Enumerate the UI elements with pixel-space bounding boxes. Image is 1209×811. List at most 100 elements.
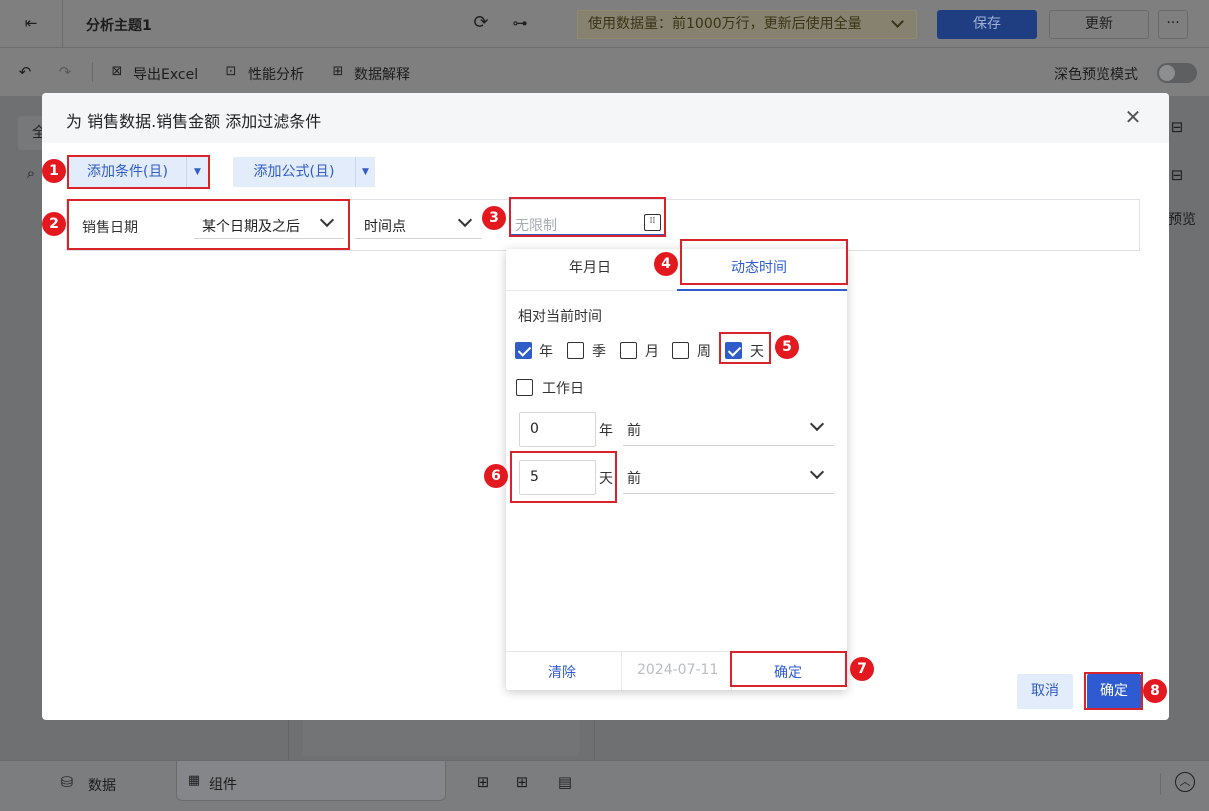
close-icon[interactable]: ✕	[1122, 106, 1144, 128]
chevron-down-icon	[809, 464, 825, 480]
step-badge: 1	[42, 159, 66, 183]
add-table-icon[interactable]: ⊞	[513, 773, 531, 791]
week-checkbox-label: 周	[697, 344, 711, 360]
operator-select[interactable]: 某个日期及之后	[194, 209, 344, 239]
data-tab[interactable]: 数据	[88, 775, 116, 795]
chevron-down-icon	[891, 15, 904, 28]
search-icon[interactable]: ⌕	[22, 164, 40, 182]
calendar-icon[interactable]: ⁞⁞	[644, 214, 661, 231]
chevron-down-icon	[319, 212, 335, 228]
perf-analysis-button[interactable]: 性能分析	[248, 64, 304, 84]
year-direction-select[interactable]: 前	[623, 412, 834, 446]
add-chart-icon[interactable]: ⊞	[474, 773, 492, 791]
divider	[731, 652, 732, 690]
date-picker-popup: 年月日 动态时间 4 相对当前时间 年 季 月 周 天 5 工作日 0 年 前 …	[484, 239, 874, 690]
data-usage-label: 使用数据量：前1000万行，更新后使用全量	[588, 16, 862, 32]
filter-icon-2[interactable]: ⊟	[1168, 166, 1186, 184]
tab-date[interactable]: 年月日	[569, 257, 611, 277]
add-formula-button[interactable]: 添加公式(且)	[233, 157, 355, 187]
more-button[interactable]: ···	[1158, 10, 1188, 39]
filter-dialog: 为 销售数据.销售金额 添加过滤条件 ✕ 添加条件(且) ▼ 1 添加公式(且)…	[42, 93, 1169, 720]
step-badge: 5	[775, 335, 799, 359]
month-checkbox-label: 月	[645, 344, 659, 360]
date-placeholder: 无限制	[515, 218, 557, 234]
data-explain-button[interactable]: 数据解释	[354, 64, 410, 84]
day-checkbox-label: 天	[750, 344, 764, 360]
dark-preview-toggle[interactable]	[1157, 63, 1197, 83]
data-usage-select[interactable]: 使用数据量：前1000万行，更新后使用全量	[577, 10, 917, 39]
tab-dynamic-time[interactable]: 动态时间	[731, 257, 787, 277]
step-badge: 8	[1143, 679, 1167, 703]
day-direction-select[interactable]: 前	[623, 460, 834, 494]
side-preview-label: 预览	[1168, 212, 1196, 228]
excel-icon: ⊠	[111, 64, 123, 79]
component-tab[interactable]: ▦ 组件	[176, 761, 446, 801]
toggle-knob	[1159, 65, 1175, 81]
active-tab-indicator	[677, 289, 847, 291]
date-preview: 2024-07-11	[637, 662, 719, 678]
component-icon: ▦	[187, 773, 201, 788]
toolbar: ↶ ↷ ⊠ 导出Excel ⊡ 性能分析 ⊞ 数据解释 深色预览模式	[0, 48, 1209, 96]
day-unit-label: 天	[599, 471, 613, 487]
refresh-icon[interactable]: ⟳	[472, 14, 490, 32]
workday-checkbox[interactable]	[516, 379, 533, 396]
undo-icon[interactable]: ↶	[16, 63, 34, 81]
relative-time-label: 相对当前时间	[518, 309, 602, 325]
year-checkbox-label: 年	[539, 344, 553, 360]
workday-label: 工作日	[542, 381, 584, 397]
step-badge: 2	[42, 212, 66, 236]
quarter-checkbox-label: 季	[592, 344, 606, 360]
divider	[62, 0, 63, 48]
operator-value: 某个日期及之后	[202, 219, 300, 235]
add-condition-dropdown[interactable]: ▼	[186, 157, 208, 187]
divider	[1160, 773, 1161, 795]
chevron-down-icon	[809, 416, 825, 432]
year-offset-input[interactable]: 0	[519, 412, 596, 447]
flow-icon[interactable]: ⊶	[511, 14, 529, 32]
update-button[interactable]: 更新	[1049, 10, 1149, 39]
add-formula-dropdown[interactable]: ▼	[355, 157, 375, 187]
clear-button[interactable]: 清除	[548, 662, 576, 682]
step-badge: 3	[482, 206, 506, 230]
add-condition-button[interactable]: 添加条件(且)	[69, 157, 186, 187]
collapse-icon[interactable]: ︿	[1175, 772, 1195, 792]
cancel-button[interactable]: 取消	[1017, 674, 1073, 709]
year-unit-label: 年	[599, 423, 613, 439]
redo-icon[interactable]: ↷	[56, 63, 74, 81]
dialog-title: 为 销售数据.销售金额 添加过滤条件	[66, 112, 322, 131]
explain-icon: ⊞	[332, 64, 344, 79]
exit-icon[interactable]: ⇤	[22, 14, 40, 32]
popup-ok-button[interactable]: 确定	[774, 662, 802, 682]
database-icon: ⛁	[60, 773, 74, 791]
step-badge: 6	[484, 464, 508, 488]
divider	[621, 652, 622, 690]
dark-preview-label: 深色预览模式	[1054, 67, 1138, 83]
chart-icon: ⊡	[225, 64, 237, 79]
step-badge: 4	[654, 252, 678, 276]
divider	[506, 651, 847, 652]
add-text-icon[interactable]: ▤	[556, 773, 574, 791]
day-direction-value: 前	[627, 471, 641, 487]
filter-icon[interactable]: ⊟	[1168, 118, 1186, 136]
field-name: 销售日期	[82, 220, 138, 236]
popup-tabs	[506, 249, 847, 291]
confirm-button[interactable]: 确定	[1087, 674, 1141, 709]
year-direction-value: 前	[627, 423, 641, 439]
chevron-down-icon	[457, 212, 473, 228]
divider	[92, 62, 93, 82]
bottom-bar: ⛁ 数据 ▦ 组件 ⊞ ⊞ ▤ ︿	[0, 760, 1209, 811]
page-title: 分析主题1	[86, 18, 152, 34]
save-button[interactable]: 保存	[937, 10, 1037, 39]
time-mode-select[interactable]: 时间点	[355, 209, 482, 239]
quarter-checkbox[interactable]	[567, 342, 584, 359]
date-input[interactable]: 无限制 ⁞⁞	[509, 203, 664, 235]
day-offset-input[interactable]: 5	[519, 460, 596, 495]
component-tab-label: 组件	[209, 777, 237, 793]
day-checkbox[interactable]	[725, 342, 742, 359]
year-checkbox[interactable]	[515, 342, 532, 359]
week-checkbox[interactable]	[672, 342, 689, 359]
step-badge: 7	[850, 657, 874, 681]
month-checkbox[interactable]	[620, 342, 637, 359]
app-header: ⇤ 分析主题1 ⟳ ⊶ 使用数据量：前1000万行，更新后使用全量 保存 更新 …	[0, 0, 1209, 48]
export-excel-button[interactable]: 导出Excel	[133, 64, 198, 84]
